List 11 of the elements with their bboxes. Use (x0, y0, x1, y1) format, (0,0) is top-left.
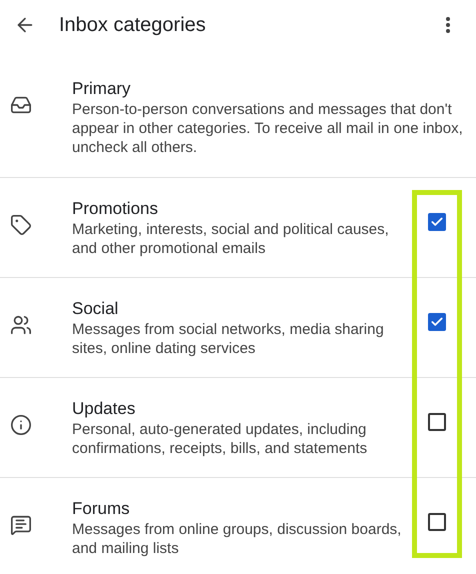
category-title: Social (72, 298, 120, 320)
category-description: Marketing, interests, social and political causes, and other promotional emails (72, 220, 390, 258)
category-title: Primary (72, 78, 132, 100)
category-title: Updates (72, 398, 136, 420)
category-title: Forums (72, 498, 131, 520)
page-title: Inbox categories (59, 13, 207, 38)
category-description: Messages from online groups, discussion boards, and mailing lists (72, 520, 402, 558)
category-description: Person-to-person conversations and messages that don't appear in other categories. To receive all mail in one inbox, uncheck all others. (72, 100, 464, 157)
category-description: Messages from social networks, media sharing sites, online dating services (72, 320, 385, 358)
category-title: Promotions (72, 198, 159, 220)
category-description: Personal, auto-generated updates, including confirmations, receipts, bills, and statements (72, 420, 368, 458)
